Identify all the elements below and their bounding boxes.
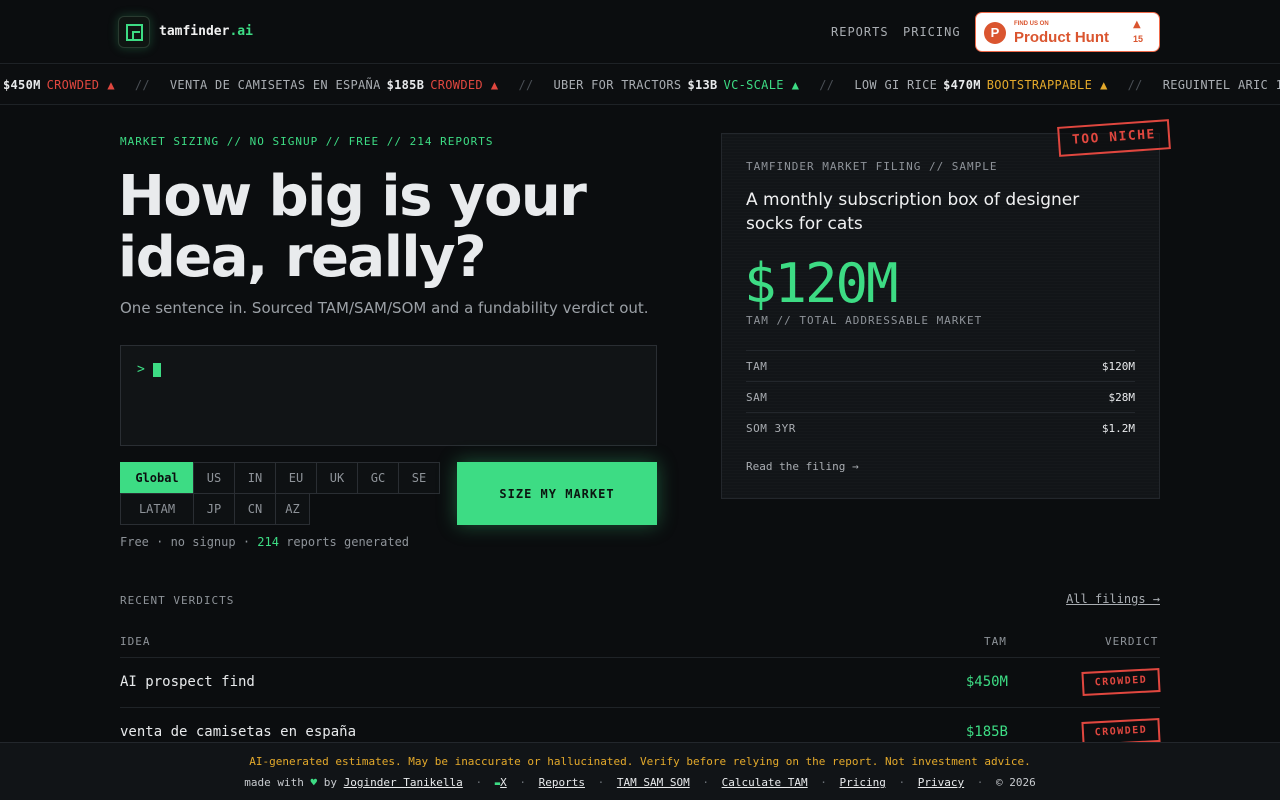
ticker-item[interactable]: UBER FOR TRACTORS $13B VC-SCALE ▲ (554, 78, 800, 92)
report-count: 214 (257, 535, 279, 549)
ticker-item-name: VENTA DE CAMISETAS EN ESPAÑA (169, 78, 381, 92)
table-divider (120, 707, 1160, 708)
text-cursor (153, 363, 161, 377)
ticker-separator: // (518, 78, 534, 92)
footer-links: made with ♥ by Joginder Tanikella · ▬X ·… (244, 776, 1036, 789)
tam-label: TAM // TOTAL ADDRESSABLE MARKET (746, 314, 983, 327)
card-row-som: SOM 3YR $1.2M (746, 412, 1135, 443)
read-filing-link[interactable]: Read the filing → (746, 460, 859, 473)
region-chip-gc[interactable]: GC (357, 462, 399, 494)
region-chip-global[interactable]: Global (120, 462, 194, 494)
ticker-item-tam: $470M (943, 78, 981, 92)
ticker-item[interactable]: REGUINTEL ARIC 1. (1163, 78, 1280, 92)
ticker-item-verdict: CROWDED (430, 78, 483, 92)
heart-icon: ♥ (310, 776, 318, 789)
region-chip-latam[interactable]: LATAM (120, 493, 194, 525)
region-chip-cn[interactable]: CN (234, 493, 276, 525)
hero-title-line-1: How big is your (118, 164, 587, 229)
hero-title: How big is your idea, really? (118, 166, 678, 288)
producthunt-name: Product Hunt (1014, 29, 1109, 46)
trend-up-icon: ▲ (791, 78, 800, 92)
region-chip-in[interactable]: IN (234, 462, 276, 494)
ticker-item-verdict: CROWDED (46, 78, 100, 92)
table-row-tam: $450M (965, 674, 1008, 690)
ticker-separator: // (1127, 78, 1143, 92)
logo-wordmark[interactable]: tamfinder.ai (159, 24, 253, 39)
prompt-caret: > (137, 362, 145, 377)
free-note: Free · no signup · 214 reports generated (120, 535, 410, 549)
card-title: A monthly subscription box of designer s… (746, 190, 1080, 234)
ticker-separator: // (134, 78, 150, 92)
table-divider (120, 657, 1160, 658)
ticker-item[interactable]: LOW GI RICE $470M BOOTSTRAPPABLE ▲ (854, 78, 1107, 92)
ai-disclaimer: AI-generated estimates. May be inaccurat… (249, 755, 1031, 768)
table-row-tam: $185B (965, 724, 1008, 740)
footer-link-privacy[interactable]: Privacy (918, 776, 964, 789)
nav-reports[interactable]: REPORTS (831, 25, 889, 39)
region-chip-us[interactable]: US (193, 462, 235, 494)
column-header-idea: IDEA (120, 635, 151, 648)
ticker-item[interactable]: VENTA DE CAMISETAS EN ESPAÑA $185B CROWDED… (170, 78, 499, 92)
ticker-item-name: UBER FOR TRACTORS (553, 78, 682, 92)
ticker-item[interactable]: $450M CROWDED ▲ (3, 78, 115, 92)
footer-link-pricing[interactable]: Pricing (840, 776, 886, 789)
producthunt-logo-icon: P (984, 22, 1006, 44)
footer-link-tam-sam-som[interactable]: TAM SAM SOM (617, 776, 690, 789)
hero-eyebrow: MARKET SIZING // NO SIGNUP // FREE // 21… (120, 135, 494, 148)
copyright: © 2026 (996, 776, 1036, 789)
trend-up-icon: ▲ (490, 78, 499, 92)
table-row-idea[interactable]: AI prospect find (120, 674, 255, 690)
tam-value: $120M (744, 252, 899, 315)
footer-link-calculate-tam[interactable]: Calculate TAM (722, 776, 808, 789)
table-row-verdict-stamp: CROWDED (1081, 667, 1161, 697)
hero-title-line-2: idea, really? (118, 225, 487, 290)
footer: AI-generated estimates. May be inaccurat… (0, 742, 1280, 800)
region-chip-uk[interactable]: UK (316, 462, 358, 494)
column-header-tam: TAM (984, 635, 1007, 648)
region-chip-eu[interactable]: EU (275, 462, 317, 494)
size-my-market-button[interactable]: SIZE MY MARKET (457, 462, 657, 525)
ticker-item-name: LOW GI RICE (854, 78, 938, 92)
upvote-count: 15 (1133, 34, 1144, 44)
ticker-item-name: REGUINTEL ARIC 1. (1162, 78, 1280, 92)
all-filings-link[interactable]: All filings → (1066, 592, 1160, 606)
table-row-idea[interactable]: venta de camisetas en españa (120, 724, 356, 740)
ticker-item-tam: $13B (687, 78, 718, 92)
ticker-item-verdict: BOOTSTRAPPABLE (986, 78, 1093, 92)
region-chip-se[interactable]: SE (398, 462, 440, 494)
ticker-track: $450M CROWDED ▲ // VENTA DE CAMISETAS EN ESP… (3, 78, 1280, 92)
recent-verdicts-heading: RECENT VERDICTS (120, 594, 235, 607)
column-header-verdict: VERDICT (1105, 635, 1159, 648)
ticker-item-tam: $450M (3, 78, 41, 92)
ticker-item-tam: $185B (386, 78, 425, 92)
card-row-sam: SAM $28M (746, 381, 1135, 412)
ticker-item-verdict: VC-SCALE (723, 78, 784, 92)
region-chip-az[interactable]: AZ (275, 493, 310, 525)
sample-filing-card[interactable]: TAMFINDER MARKET FILING // SAMPLE A mont… (721, 133, 1160, 499)
ticker-separator: // (819, 78, 835, 92)
site-header: tamfinder.ai REPORTS PRICING P FIND US O… (0, 0, 1280, 64)
region-chip-jp[interactable]: JP (193, 493, 235, 525)
footer-link-reports[interactable]: Reports (539, 776, 585, 789)
producthunt-small-label: FIND US ON (1014, 21, 1049, 27)
verdict-ticker: $450M CROWDED ▲ // VENTA DE CAMISETAS EN ESP… (0, 65, 1280, 105)
card-row-tam: TAM $120M (746, 350, 1135, 381)
logo-icon[interactable] (118, 16, 150, 48)
idea-input[interactable]: > (120, 345, 657, 446)
producthunt-badge[interactable]: P FIND US ON Product Hunt ▲ 15 (975, 12, 1160, 52)
upvote-arrow-icon: ▲ (1133, 19, 1141, 30)
trend-up-icon: ▲ (1100, 78, 1108, 92)
hero-subtitle: One sentence in. Sourced TAM/SAM/SOM and… (120, 299, 649, 317)
trend-up-icon: ▲ (107, 78, 115, 92)
nav-pricing[interactable]: PRICING (903, 25, 961, 39)
author-link[interactable]: Joginder Tanikella (344, 776, 463, 789)
card-eyebrow: TAMFINDER MARKET FILING // SAMPLE (746, 160, 998, 173)
footer-link-x[interactable]: X (500, 776, 507, 789)
